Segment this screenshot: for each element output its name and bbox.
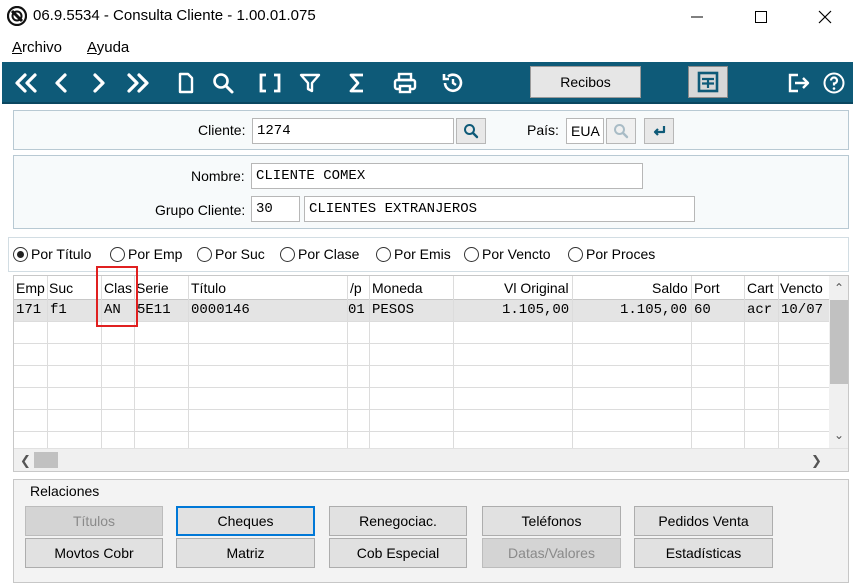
scroll-down-icon[interactable]: ⌄ bbox=[834, 428, 844, 442]
calculator-icon bbox=[697, 71, 719, 93]
toolbar: Recibos bbox=[2, 62, 853, 104]
enter-icon bbox=[653, 126, 666, 136]
table-row[interactable] bbox=[14, 366, 829, 388]
col-moneda[interactable]: Moneda bbox=[372, 280, 423, 296]
print-icon[interactable] bbox=[390, 67, 420, 99]
col-cart[interactable]: Cart bbox=[747, 280, 773, 296]
matriz-button[interactable]: Matriz bbox=[176, 538, 315, 568]
renegociac-button[interactable]: Renegociac. bbox=[329, 506, 467, 536]
col-vl-original[interactable]: Vl Original bbox=[504, 280, 569, 296]
radio-por-emp[interactable]: Por Emp bbox=[110, 246, 182, 262]
sum-icon[interactable] bbox=[345, 67, 369, 99]
horizontal-scroll-thumb[interactable] bbox=[34, 452, 58, 468]
nombre-label: Nombre: bbox=[191, 168, 245, 184]
search-icon bbox=[464, 124, 479, 139]
cheques-button[interactable]: Cheques bbox=[176, 506, 315, 536]
grupo-code-field: 30 bbox=[251, 196, 300, 222]
minimize-icon bbox=[691, 16, 703, 18]
pedidos-venta-button[interactable]: Pedidos Venta bbox=[634, 506, 773, 536]
close-button[interactable] bbox=[802, 0, 848, 34]
scroll-right-icon[interactable]: ❯ bbox=[811, 453, 822, 469]
telefonos-button[interactable]: Teléfonos bbox=[482, 506, 621, 536]
pais-input[interactable]: EUA bbox=[566, 118, 604, 144]
new-doc-icon[interactable] bbox=[174, 67, 198, 99]
col-port[interactable]: Port bbox=[694, 280, 720, 296]
calculator-button[interactable] bbox=[688, 66, 728, 98]
exit-icon[interactable] bbox=[784, 67, 814, 99]
search-icon bbox=[614, 124, 629, 139]
nombre-field: CLIENTE COMEX bbox=[251, 163, 643, 189]
help-icon[interactable] bbox=[820, 67, 848, 99]
radio-por-emis[interactable]: Por Emis bbox=[376, 246, 451, 262]
prev-icon[interactable] bbox=[48, 67, 74, 99]
vertical-scroll-thumb[interactable] bbox=[830, 300, 848, 384]
filter-icon[interactable] bbox=[296, 67, 324, 99]
grupo-name-field: CLIENTES EXTRANJEROS bbox=[304, 196, 695, 222]
window-title: 06.9.5534 - Consulta Cliente - 1.00.01.0… bbox=[33, 7, 316, 24]
datas-valores-button: Datas/Valores bbox=[482, 538, 621, 568]
grupo-cliente-label: Grupo Cliente: bbox=[155, 202, 246, 218]
scroll-left-icon[interactable]: ❮ bbox=[20, 453, 31, 469]
enter-button[interactable] bbox=[644, 118, 674, 144]
title-bar: 06.9.5534 - Consulta Cliente - 1.00.01.0… bbox=[0, 0, 855, 34]
col-emp[interactable]: Emp bbox=[16, 280, 45, 296]
titles-grid[interactable]: Emp Suc Clas Serie Título /p Moneda Vl O… bbox=[13, 275, 849, 472]
horizontal-scrollbar[interactable] bbox=[14, 448, 848, 471]
cliente-search-button[interactable] bbox=[456, 118, 486, 144]
maximize-icon bbox=[755, 11, 767, 23]
table-row[interactable] bbox=[14, 410, 829, 432]
cliente-input[interactable]: 1274 bbox=[252, 118, 454, 144]
col-vencto[interactable]: Vencto bbox=[780, 280, 823, 296]
relaciones-title: Relaciones bbox=[30, 483, 100, 499]
estadisticas-button[interactable]: Estadísticas bbox=[634, 538, 773, 568]
radio-por-vencto[interactable]: Por Vencto bbox=[464, 246, 551, 262]
col-saldo[interactable]: Saldo bbox=[652, 280, 688, 296]
pais-label: País: bbox=[527, 122, 559, 138]
movtos-cobr-button[interactable]: Movtos Cobr bbox=[25, 538, 163, 568]
first-icon[interactable] bbox=[10, 67, 42, 99]
recibos-button[interactable]: Recibos bbox=[530, 66, 641, 98]
menu-ayuda[interactable]: Ayuda bbox=[87, 39, 129, 56]
maximize-button[interactable] bbox=[738, 0, 784, 34]
highlight-annotation bbox=[96, 266, 138, 327]
scroll-up-icon[interactable]: ⌃ bbox=[834, 281, 844, 295]
col-titulo[interactable]: Título bbox=[191, 280, 226, 296]
cob-especial-button[interactable]: Cob Especial bbox=[329, 538, 467, 568]
col-serie[interactable]: Serie bbox=[136, 280, 169, 296]
col-p[interactable]: /p bbox=[350, 280, 362, 296]
col-suc[interactable]: Suc bbox=[49, 280, 73, 296]
search-icon[interactable] bbox=[209, 67, 237, 99]
table-row[interactable] bbox=[14, 388, 829, 410]
minimize-button[interactable] bbox=[674, 0, 720, 34]
radio-por-clase[interactable]: Por Clase bbox=[280, 246, 359, 262]
pais-search-button bbox=[606, 118, 636, 144]
menu-bar: Archivo Ayuda bbox=[0, 34, 855, 60]
titulos-button: Títulos bbox=[25, 506, 163, 536]
brackets-icon[interactable] bbox=[255, 67, 285, 99]
last-icon[interactable] bbox=[122, 67, 154, 99]
radio-por-suc[interactable]: Por Suc bbox=[197, 246, 265, 262]
next-icon[interactable] bbox=[86, 67, 112, 99]
table-row[interactable] bbox=[14, 344, 829, 366]
app-logo-icon bbox=[7, 6, 27, 26]
cliente-label: Cliente: bbox=[198, 122, 246, 138]
menu-archivo[interactable]: Archivo bbox=[12, 39, 62, 56]
radio-por-titulo[interactable]: Por Título bbox=[13, 246, 91, 262]
close-icon bbox=[818, 10, 832, 24]
radio-por-proces[interactable]: Por Proces bbox=[568, 246, 655, 262]
history-icon[interactable] bbox=[438, 67, 468, 99]
